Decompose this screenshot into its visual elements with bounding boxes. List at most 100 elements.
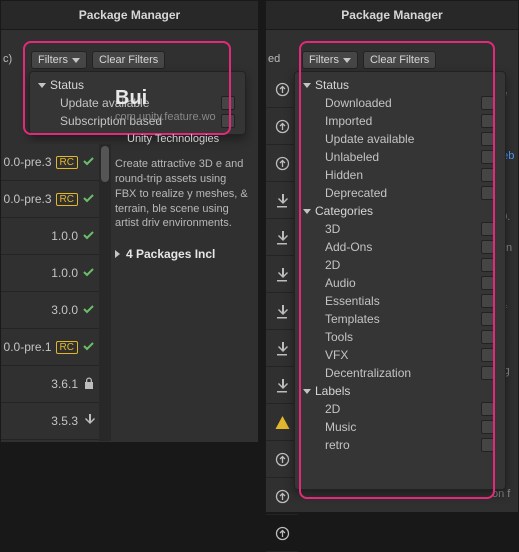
clear-filters-button[interactable]: Clear Filters (363, 51, 436, 69)
filter-item-label: Deprecated (325, 186, 387, 200)
version-row[interactable]: 0.0-pre.1RC (1, 329, 99, 366)
filter-item[interactable]: Imported (295, 112, 505, 130)
filter-item[interactable]: Audio (295, 274, 505, 292)
filter-item[interactable]: Hidden (295, 166, 505, 184)
version-text: 1.0.0 (51, 266, 78, 280)
filter-item[interactable]: Downloaded (295, 94, 505, 112)
version-text: 3.5.3 (51, 414, 78, 428)
checkbox[interactable] (481, 438, 495, 452)
version-text: 0.0-pre.3 (4, 192, 52, 206)
checkbox[interactable] (481, 366, 495, 380)
filter-item[interactable]: Deprecated (295, 184, 505, 202)
version-text: 0.0-pre.3 (4, 155, 52, 169)
filters-popup-right: Status Downloaded Imported Update available… (294, 71, 506, 490)
package-description: Create attractive 3D e and round-trip as… (115, 157, 249, 231)
checkbox[interactable] (481, 150, 495, 164)
panel-title: Package Manager (341, 8, 442, 22)
filter-item-label: Imported (325, 114, 372, 128)
filter-item[interactable]: Add-Ons (295, 238, 505, 256)
check-icon (82, 154, 95, 170)
clear-filters-label: Clear Filters (99, 54, 158, 66)
update-icon[interactable] (266, 515, 298, 552)
version-row[interactable]: 0.0-pre.3 RC (1, 181, 99, 218)
checkbox[interactable] (481, 330, 495, 344)
right-panel: Package Manager ed Filters Clear Filters… (265, 0, 519, 513)
check-icon (82, 302, 95, 318)
version-row[interactable]: 3.6.1 (1, 366, 99, 403)
package-title: Bui (115, 87, 249, 109)
checkbox[interactable] (481, 96, 495, 110)
left-panel: Package Manager c) Filters Clear Filters… (0, 0, 259, 443)
rc-badge: RC (56, 193, 78, 206)
checkbox[interactable] (481, 312, 495, 326)
filter-item-label: Add-Ons (325, 240, 372, 254)
clear-filters-button[interactable]: Clear Filters (92, 51, 165, 69)
filter-item-label: 2D (325, 258, 340, 272)
package-details: Bui com.unity.feature.wo Unity Technolog… (115, 87, 249, 261)
filter-item-label: Tools (325, 330, 353, 344)
checkbox[interactable] (481, 348, 495, 362)
check-icon (82, 191, 95, 207)
checkbox[interactable] (481, 276, 495, 290)
checkbox[interactable] (481, 168, 495, 182)
filter-item[interactable]: 2D (295, 400, 505, 418)
checkbox[interactable] (481, 402, 495, 416)
filter-item[interactable]: Decentralization (295, 364, 505, 382)
version-row[interactable]: 3.0.0 (1, 292, 99, 329)
toolbar: Filters Clear Filters (1, 51, 258, 69)
filters-button[interactable]: Filters (31, 51, 87, 69)
version-row[interactable]: 0.0-pre.3 RC (1, 144, 99, 181)
group-status[interactable]: Status (295, 76, 505, 94)
filter-item[interactable]: Templates (295, 310, 505, 328)
filter-item-label: Update available (325, 132, 414, 146)
filters-label: Filters (309, 54, 339, 66)
version-row[interactable]: 3.5.3 (1, 403, 99, 440)
checkbox[interactable] (481, 240, 495, 254)
packages-included-row[interactable]: 4 Packages Incl (115, 247, 249, 261)
expand-icon (303, 209, 311, 214)
caret-down-icon (343, 58, 351, 63)
filter-item[interactable]: Tools (295, 328, 505, 346)
filter-item[interactable]: 2D (295, 256, 505, 274)
version-row[interactable]: 1.0.0 (1, 255, 99, 292)
filter-item-label: 2D (325, 402, 340, 416)
expand-icon (38, 83, 46, 88)
checkbox[interactable] (481, 186, 495, 200)
group-label: Status (50, 78, 84, 92)
filter-item[interactable]: Unlabeled (295, 148, 505, 166)
group-categories[interactable]: Categories (295, 202, 505, 220)
lock-icon (82, 376, 95, 392)
checkbox[interactable] (481, 294, 495, 308)
check-icon (82, 265, 95, 281)
filter-item-label: Audio (325, 276, 356, 290)
group-labels[interactable]: Labels (295, 382, 505, 400)
version-row[interactable]: 1.0.0 (1, 218, 99, 255)
filter-item[interactable]: 3D (295, 220, 505, 238)
version-list: 0.0-pre.3 RC 0.0-pre.3 RC 1.0.0 1.0.0 3.0.0 0.0… (1, 144, 99, 440)
group-label: Labels (315, 384, 350, 398)
scrollbar[interactable] (99, 144, 111, 441)
filter-item[interactable]: Essentials (295, 292, 505, 310)
filter-item-label: Hidden (325, 168, 363, 182)
version-text: 0.0-pre.1 (4, 340, 52, 354)
checkbox[interactable] (481, 132, 495, 146)
version-text: 3.0.0 (51, 303, 78, 317)
filter-item-label: Essentials (325, 294, 380, 308)
filter-item[interactable]: VFX (295, 346, 505, 364)
rc-badge: RC (56, 156, 78, 169)
checkbox[interactable] (481, 420, 495, 434)
filter-item[interactable]: retro (295, 436, 505, 454)
filters-button[interactable]: Filters (302, 51, 358, 69)
checkbox[interactable] (481, 114, 495, 128)
package-author: Unity Technologies (115, 133, 249, 145)
version-text: 1.0.0 (51, 229, 78, 243)
group-label: Status (315, 78, 349, 92)
packages-included-label: 4 Packages Incl (126, 247, 215, 261)
checkbox[interactable] (481, 222, 495, 236)
checkbox[interactable] (481, 258, 495, 272)
filter-item[interactable]: Update available (295, 130, 505, 148)
filter-item-label: Decentralization (325, 366, 411, 380)
filter-item[interactable]: Music (295, 418, 505, 436)
package-id: com.unity.feature.wo (115, 111, 249, 123)
filter-item-label: Templates (325, 312, 380, 326)
